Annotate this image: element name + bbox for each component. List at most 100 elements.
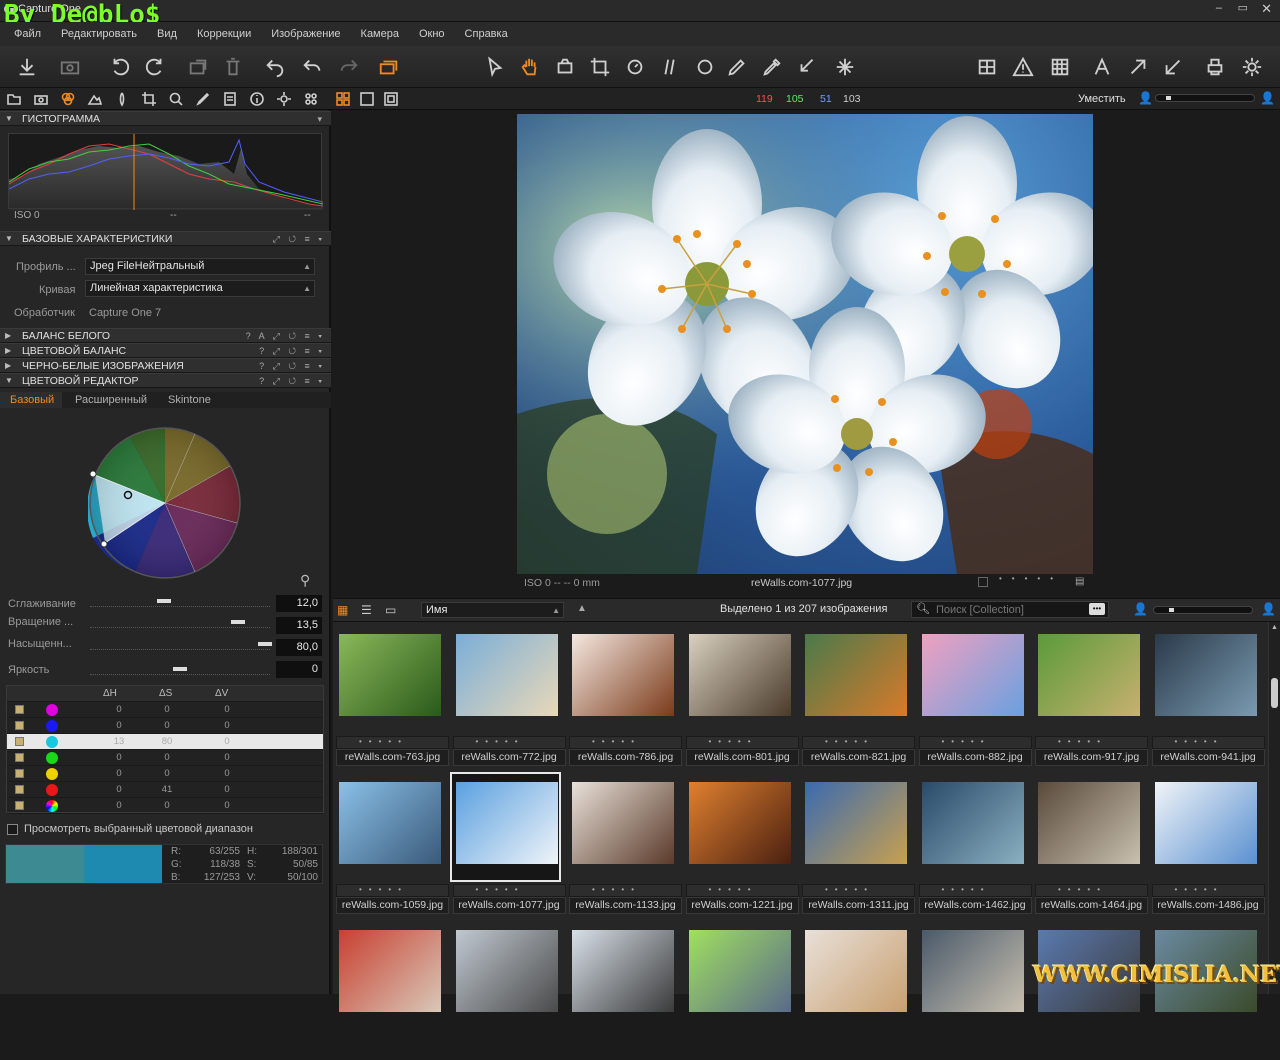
slider-knob[interactable] bbox=[156, 599, 171, 603]
export-arrow-icon[interactable] bbox=[1123, 52, 1153, 82]
thumbnail[interactable]: ••••• reWalls.com-941.jpg bbox=[1151, 624, 1265, 766]
thumbnail-image[interactable] bbox=[1038, 782, 1140, 864]
grid-icon[interactable] bbox=[1045, 52, 1075, 82]
smoothing-value[interactable]: 12,0 bbox=[276, 595, 322, 612]
thumbnail[interactable]: ••••• reWalls.com-1464.jpg bbox=[1035, 772, 1148, 914]
thumbnail[interactable]: ••••• reWalls.com-1059.jpg bbox=[336, 772, 449, 914]
thumbnail-image[interactable] bbox=[339, 634, 441, 716]
thumbnail-rating-bar[interactable]: ••••• bbox=[918, 736, 1032, 749]
thumbnail[interactable] bbox=[919, 920, 1032, 1060]
color-balance-header[interactable]: ▶ ЦВЕТОВОЙ БАЛАНС ? ⤢ ↺ ≡ ▾ bbox=[0, 343, 331, 358]
thumbnail[interactable]: ••••• reWalls.com-882.jpg bbox=[918, 624, 1032, 766]
rating-dots[interactable]: ••••• bbox=[1175, 885, 1224, 895]
thumbnail-image[interactable] bbox=[339, 930, 441, 1012]
multi-view-icon[interactable] bbox=[334, 90, 352, 108]
thumbnail[interactable]: ••••• reWalls.com-1311.jpg bbox=[802, 772, 915, 914]
menu-camera[interactable]: Камера bbox=[351, 22, 409, 46]
thumbnail[interactable]: ••••• reWalls.com-1486.jpg bbox=[1151, 772, 1265, 914]
output-tab-icon[interactable] bbox=[275, 90, 293, 108]
color-wheel[interactable] bbox=[87, 426, 242, 580]
range-enabled-checkbox[interactable] bbox=[15, 737, 24, 746]
thumbnail[interactable] bbox=[1152, 920, 1265, 1060]
curve-dropdown[interactable]: Линейная характеристика ▲ bbox=[85, 280, 315, 297]
section-tools-icon[interactable]: ? ⤢ ↺ ≡ ▾ bbox=[259, 359, 325, 373]
fullscreen-view-icon[interactable] bbox=[382, 90, 400, 108]
section-tools-icon[interactable]: ? ⤢ ↺ ≡ ▾ bbox=[259, 374, 325, 388]
preview-range-checkbox[interactable] bbox=[7, 824, 18, 835]
rating-dots[interactable]: ••••• bbox=[1058, 885, 1107, 895]
viewer-info-icon[interactable]: ▤ bbox=[1075, 576, 1084, 587]
rating-dots[interactable]: ••••• bbox=[476, 737, 525, 747]
menu-view[interactable]: Вид bbox=[147, 22, 187, 46]
color-editor-header[interactable]: ▼ ЦВЕТОВОЙ РЕДАКТОР ? ⤢ ↺ ≡ ▾ bbox=[0, 373, 331, 388]
thumbnail[interactable]: ••••• reWalls.com-1077.jpg bbox=[449, 772, 566, 914]
library-tab-icon[interactable] bbox=[5, 90, 23, 108]
thumbnail[interactable] bbox=[802, 920, 915, 1060]
rating-dots[interactable]: ••••• bbox=[1175, 737, 1224, 747]
rating-dots[interactable]: ••••• bbox=[476, 885, 525, 895]
thumbnail[interactable]: ••••• reWalls.com-763.jpg bbox=[336, 624, 449, 766]
color-range-row[interactable]: 0 0 0 bbox=[7, 766, 323, 782]
rotate-tool-icon[interactable] bbox=[620, 52, 650, 82]
vertical-scrollbar[interactable]: ▲ bbox=[1268, 622, 1280, 994]
crop-icon[interactable] bbox=[585, 52, 615, 82]
thumbnail-rating-bar[interactable]: ••••• bbox=[569, 736, 682, 749]
scroll-thumb[interactable] bbox=[1271, 678, 1278, 708]
thumbnail-image[interactable] bbox=[921, 782, 1024, 864]
search-box[interactable]: 🔍︎ Поиск [Collection] bbox=[911, 601, 1109, 618]
color-range-row[interactable]: 0 0 0 bbox=[7, 718, 323, 734]
rating-dots[interactable]: ••••• bbox=[592, 885, 641, 895]
picker-icon[interactable] bbox=[757, 52, 787, 82]
trash-icon[interactable] bbox=[218, 52, 248, 82]
thumbnail-rating-bar[interactable]: ••••• bbox=[452, 884, 566, 897]
brush-icon[interactable] bbox=[722, 52, 752, 82]
rating-dots[interactable]: ••••• bbox=[1058, 737, 1107, 747]
spot-removal-icon[interactable] bbox=[690, 52, 720, 82]
thumbnail-image[interactable] bbox=[455, 930, 558, 1012]
menu-file[interactable]: Файл bbox=[4, 22, 51, 46]
menu-image[interactable]: Изображение bbox=[261, 22, 350, 46]
section-tools-icon[interactable]: ? A ⤢ ↺ ≡ ▾ bbox=[246, 329, 325, 343]
lightness-slider[interactable] bbox=[90, 665, 270, 679]
grid-view-icon[interactable] bbox=[972, 52, 1002, 82]
batch-tab-icon[interactable] bbox=[302, 90, 320, 108]
thumbnail[interactable]: ••••• reWalls.com-801.jpg bbox=[685, 624, 799, 766]
thumbnail-image[interactable] bbox=[572, 782, 674, 864]
single-view-icon[interactable] bbox=[358, 90, 376, 108]
print-icon[interactable] bbox=[1200, 52, 1230, 82]
thumbnail-image[interactable] bbox=[1038, 634, 1140, 716]
rating-dots[interactable]: ••••• bbox=[592, 737, 641, 747]
base-characteristics-header[interactable]: ▼ БАЗОВЫЕ ХАРАКТЕРИСТИКИ ⤢ ↺ ≡ ▾ bbox=[0, 231, 331, 246]
thumbnail-image[interactable] bbox=[572, 930, 674, 1012]
thumbnail[interactable]: ••••• reWalls.com-1462.jpg bbox=[918, 772, 1032, 914]
thumbnail-image[interactable] bbox=[1154, 782, 1257, 864]
menu-edit[interactable]: Редактировать bbox=[51, 22, 147, 46]
thumb-size-slider[interactable] bbox=[1153, 606, 1253, 614]
thumbnail-image[interactable] bbox=[688, 634, 791, 716]
rating-dots[interactable]: ••••• bbox=[942, 737, 991, 747]
thumbnail-image[interactable] bbox=[572, 634, 674, 716]
fit-label[interactable]: Уместить bbox=[1078, 93, 1126, 105]
move-to-icon[interactable] bbox=[183, 52, 213, 82]
slider-knob[interactable] bbox=[173, 667, 187, 671]
rating-dots[interactable]: ••••• bbox=[825, 885, 874, 895]
range-enabled-checkbox[interactable] bbox=[15, 785, 24, 794]
lightness-value[interactable]: 0 bbox=[276, 661, 322, 678]
slider-knob[interactable] bbox=[257, 642, 272, 646]
undo-all-icon[interactable] bbox=[260, 52, 290, 82]
thumbnail-image[interactable] bbox=[805, 782, 907, 864]
color-range-row[interactable]: 0 0 0 bbox=[7, 702, 323, 718]
capture-tab-icon[interactable] bbox=[32, 90, 50, 108]
eyedropper-icon[interactable]: ⚲ bbox=[300, 572, 310, 589]
thumbnail[interactable] bbox=[1035, 920, 1148, 1060]
thumbnail[interactable]: ••••• reWalls.com-821.jpg bbox=[802, 624, 915, 766]
composition-tab-icon[interactable] bbox=[140, 90, 158, 108]
white-balance-header[interactable]: ▶ БАЛАНС БЕЛОГО ? A ⤢ ↺ ≡ ▾ bbox=[0, 328, 331, 343]
thumbnail[interactable] bbox=[569, 920, 682, 1060]
color-range-row[interactable]: 0 0 0 bbox=[7, 798, 323, 814]
thumbnail-image[interactable] bbox=[805, 930, 907, 1012]
lens-tab-icon[interactable] bbox=[113, 90, 131, 108]
thumbnail[interactable]: ••••• reWalls.com-772.jpg bbox=[452, 624, 566, 766]
menu-chevron-icon[interactable]: ▾ bbox=[317, 112, 325, 126]
thumbnail-rating-bar[interactable]: ••••• bbox=[569, 884, 682, 897]
